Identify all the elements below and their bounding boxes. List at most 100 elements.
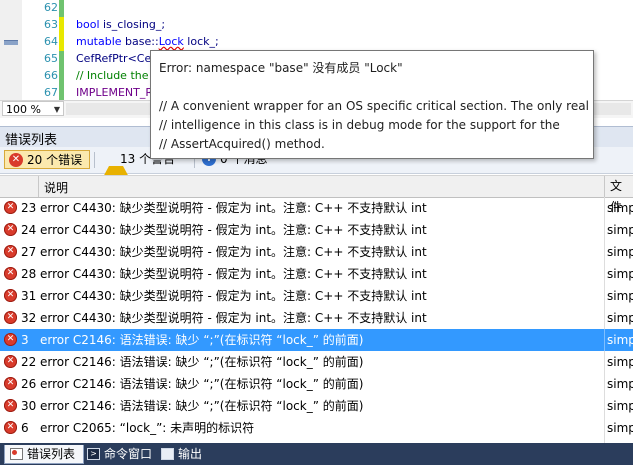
tooltip-error-title: Error: namespace "base" 没有成员 "Lock" bbox=[159, 61, 403, 75]
error-row[interactable]: ✕ 26 error C2146: 语法错误: 缺少 “;”(在标识符 “lock_… bbox=[0, 373, 633, 395]
error-row-file: simp bbox=[604, 241, 633, 263]
zoom-level: 100 % bbox=[6, 103, 41, 116]
change-marker bbox=[59, 17, 64, 34]
change-tracking-bar bbox=[58, 0, 66, 100]
panel-title: 错误列表 bbox=[5, 133, 58, 148]
error-icon: ✕ bbox=[4, 201, 17, 214]
tooltip-doc-line: // AssertAcquired() method. bbox=[159, 137, 325, 151]
error-list-icon bbox=[10, 448, 23, 460]
bookmark-marker bbox=[4, 40, 18, 45]
error-row[interactable]: ✕ 22 error C2146: 语法错误: 缺少 “;”(在标识符 “lock_… bbox=[0, 351, 633, 373]
tab-output-label: 输出 bbox=[178, 447, 203, 461]
error-row-number: 22 bbox=[21, 355, 37, 369]
errors-filter-button[interactable]: ✕ 20 个错误 bbox=[4, 150, 90, 169]
error-row-description: error C4430: 缺少类型说明符 - 假定为 int。注意: C++ 不… bbox=[40, 267, 427, 281]
error-row-number: 27 bbox=[21, 245, 37, 259]
chevron-down-icon: ▼ bbox=[53, 105, 60, 114]
command-window-icon: > bbox=[87, 448, 100, 460]
error-row-description: error C4430: 缺少类型说明符 - 假定为 int。注意: C++ 不… bbox=[40, 223, 427, 237]
error-row-file: simp bbox=[604, 263, 633, 285]
error-row-number: 6 bbox=[21, 421, 29, 435]
error-icon: ✕ bbox=[4, 399, 17, 412]
output-icon bbox=[161, 448, 174, 460]
error-row-description: error C2146: 语法错误: 缺少 “;”(在标识符 “lock_” 的… bbox=[40, 377, 364, 391]
indicator-margin[interactable] bbox=[0, 0, 22, 100]
error-row-number: 23 bbox=[21, 201, 37, 215]
error-icon: ✕ bbox=[4, 289, 17, 302]
code-token: is_closing_; bbox=[99, 18, 166, 31]
error-row[interactable]: ✕ 23 error C4430: 缺少类型说明符 - 假定为 int。注意: C+… bbox=[0, 197, 633, 219]
error-row-description: error C4430: 缺少类型说明符 - 假定为 int。注意: C++ 不… bbox=[40, 201, 427, 215]
tooltip-doc-line: // A convenient wrapper for an OS specif… bbox=[159, 99, 589, 113]
zoom-dropdown[interactable]: 100 % ▼ bbox=[2, 101, 64, 116]
tab-output[interactable]: 输出 bbox=[156, 445, 224, 463]
error-row-file: simp bbox=[604, 307, 633, 329]
error-row-number: 30 bbox=[21, 399, 37, 413]
error-row-description: error C2065: “lock_”: 未声明的标识符 bbox=[40, 421, 255, 435]
line-number-gutter: 62 63 64 65 66 67 bbox=[22, 0, 58, 100]
error-icon: ✕ bbox=[4, 333, 17, 346]
tab-error-list-label: 错误列表 bbox=[27, 447, 76, 461]
column-header-file[interactable]: 文件 bbox=[604, 176, 633, 214]
error-row-file: simp bbox=[604, 285, 633, 307]
quick-info-tooltip: Error: namespace "base" 没有成员 "Lock" // A… bbox=[150, 50, 594, 159]
error-icon: ✕ bbox=[4, 377, 17, 390]
error-rows: ✕ 23 error C4430: 缺少类型说明符 - 假定为 int。注意: C+… bbox=[0, 197, 633, 443]
code-token: base:: bbox=[121, 35, 159, 48]
column-header-description[interactable]: 说明 bbox=[44, 179, 68, 196]
error-row-description: error C4430: 缺少类型说明符 - 假定为 int。注意: C++ 不… bbox=[40, 311, 427, 325]
code-line[interactable]: // Include the bbox=[76, 67, 152, 84]
code-token: bool bbox=[76, 18, 100, 31]
error-icon: ✕ bbox=[4, 267, 17, 280]
error-row[interactable]: ✕ 3 error C2146: 语法错误: 缺少 “;”(在标识符 “lock_”… bbox=[0, 329, 633, 351]
error-row-number: 31 bbox=[21, 289, 37, 303]
error-row[interactable]: ✕ 31 error C4430: 缺少类型说明符 - 假定为 int。注意: C+… bbox=[0, 285, 633, 307]
code-token: // Include the bbox=[76, 69, 152, 82]
error-row[interactable]: ✕ 32 error C4430: 缺少类型说明符 - 假定为 int。注意: C+… bbox=[0, 307, 633, 329]
error-row-description: error C2146: 语法错误: 缺少 “;”(在标识符 “lock_” 的… bbox=[40, 399, 364, 413]
error-icon: ✕ bbox=[4, 223, 17, 236]
line-number: 63 bbox=[44, 18, 58, 31]
code-line[interactable]: mutable base::Lock lock_; bbox=[76, 33, 219, 50]
error-icon: ✕ bbox=[4, 421, 17, 434]
code-token: lock_; bbox=[183, 35, 219, 48]
error-row-description: error C2146: 语法错误: 缺少 “;”(在标识符 “lock_” 的… bbox=[40, 355, 364, 369]
line-number: 65 bbox=[44, 52, 58, 65]
error-row-number: 28 bbox=[21, 267, 37, 281]
code-token: mutable bbox=[76, 35, 122, 48]
code-line[interactable]: bool is_closing_; bbox=[76, 16, 165, 33]
line-number: 62 bbox=[44, 1, 58, 14]
tab-command-window-label: 命令窗口 bbox=[104, 447, 153, 461]
error-row[interactable]: ✕ 24 error C4430: 缺少类型说明符 - 假定为 int。注意: C+… bbox=[0, 219, 633, 241]
error-row[interactable]: ✕ 6 error C2065: “lock_”: 未声明的标识符 simp bbox=[0, 417, 633, 439]
error-row[interactable]: ✕ 30 error C2146: 语法错误: 缺少 “;”(在标识符 “lock_… bbox=[0, 395, 633, 417]
toolbar-separator bbox=[94, 152, 95, 168]
error-icon: ✕ bbox=[4, 311, 17, 324]
error-row[interactable]: ✕ 27 error C4430: 缺少类型说明符 - 假定为 int。注意: C+… bbox=[0, 241, 633, 263]
error-icon: ✕ bbox=[4, 245, 17, 258]
column-header-row: 说明 文件 bbox=[0, 175, 633, 214]
change-marker bbox=[59, 51, 64, 100]
error-row-file: simp bbox=[604, 395, 633, 417]
tool-window-tabs: 错误列表 > 命令窗口 输出 bbox=[0, 443, 633, 465]
error-row-description: error C2146: 语法错误: 缺少 “;”(在标识符 “lock_” 的… bbox=[40, 333, 364, 347]
line-number: 64 bbox=[44, 35, 58, 48]
code-token: IMPLEMENT_R bbox=[76, 86, 153, 99]
column-header-icon[interactable] bbox=[0, 176, 39, 197]
code-line[interactable]: IMPLEMENT_R bbox=[76, 84, 153, 100]
error-row-file: simp bbox=[604, 417, 633, 439]
error-row-file: simp bbox=[604, 351, 633, 373]
error-row-number: 26 bbox=[21, 377, 37, 391]
line-number: 66 bbox=[44, 69, 58, 82]
tab-error-list[interactable]: 错误列表 bbox=[4, 445, 84, 464]
error-row[interactable]: ✕ 28 error C4430: 缺少类型说明符 - 假定为 int。注意: C+… bbox=[0, 263, 633, 285]
change-marker bbox=[59, 34, 64, 51]
error-squiggle-token[interactable]: Lock bbox=[159, 35, 184, 48]
error-icon: ✕ bbox=[4, 355, 17, 368]
error-row-file: simp bbox=[604, 329, 633, 351]
change-marker bbox=[59, 0, 64, 17]
error-row-number: 24 bbox=[21, 223, 37, 237]
error-row-description: error C4430: 缺少类型说明符 - 假定为 int。注意: C++ 不… bbox=[40, 245, 427, 259]
line-number: 67 bbox=[44, 86, 58, 99]
error-row-file: simp bbox=[604, 197, 633, 219]
